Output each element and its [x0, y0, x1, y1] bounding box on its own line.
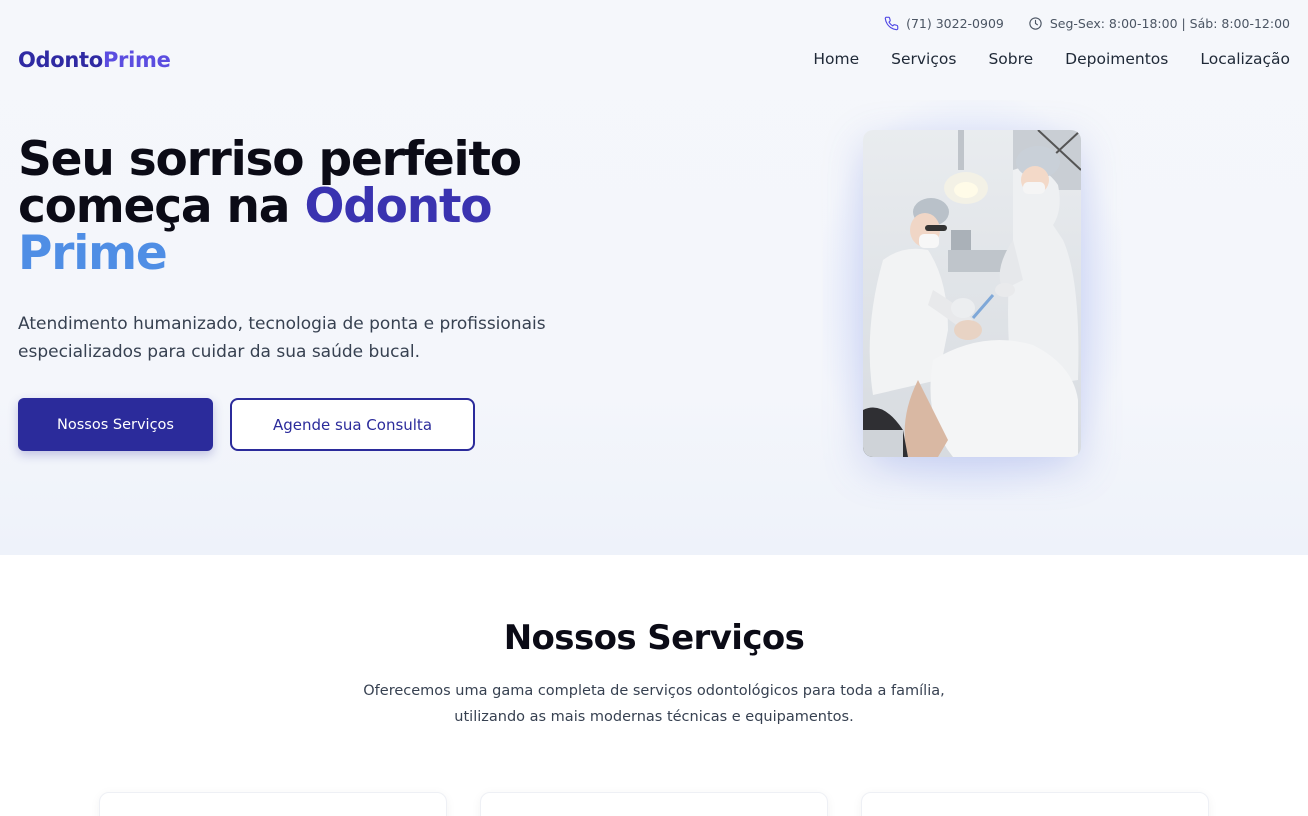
nav-item-localizacao[interactable]: Localização: [1200, 50, 1290, 68]
brand-name-part2: Prime: [102, 48, 171, 72]
hero-title-highlight-prime: Prime: [18, 226, 168, 281]
hero-subtitle: Atendimento humanizado, tecnologia de po…: [18, 314, 546, 362]
nav-item-home[interactable]: Home: [813, 50, 859, 68]
services-button[interactable]: Nossos Serviços: [18, 398, 213, 451]
brand-logo[interactable]: OdontoPrime: [18, 48, 171, 72]
phone-info[interactable]: (71) 3022-0909: [884, 16, 1004, 31]
opening-hours: Seg-Sex: 8:00-18:00 | Sáb: 8:00-12:00: [1049, 16, 1290, 31]
nav-item-sobre[interactable]: Sobre: [988, 50, 1033, 68]
clock-icon: [1029, 17, 1042, 30]
phone-icon: [884, 16, 899, 31]
hero-title: Seu sorriso perfeito começa na Odonto Pr…: [18, 136, 658, 277]
services-subtitle-line2: utilizando as mais modernas técnicas e e…: [454, 709, 854, 725]
services-subtitle-line1: Oferecemos uma gama completa de serviços…: [363, 683, 945, 699]
brand-name-part1: Odonto: [18, 48, 103, 72]
services-section-subtitle: Oferecemos uma gama completa de serviços…: [304, 678, 1004, 730]
schedule-appointment-button[interactable]: Agende sua Consulta: [230, 398, 475, 451]
service-card[interactable]: [861, 792, 1209, 816]
dental-clinic-photo: [863, 130, 1081, 457]
contact-bar: (71) 3022-0909 Seg-Sex: 8:00-18:00 | Sáb…: [884, 16, 1290, 31]
nav-item-servicos[interactable]: Serviços: [891, 50, 956, 68]
hero-title-highlight-odonto: Odonto: [304, 179, 492, 234]
services-section-title: Nossos Serviços: [503, 618, 805, 658]
phone-number: (71) 3022-0909: [906, 16, 1004, 31]
service-card[interactable]: [480, 792, 828, 816]
hours-info: Seg-Sex: 8:00-18:00 | Sáb: 8:00-12:00: [1028, 16, 1290, 31]
nav-item-depoimentos[interactable]: Depoimentos: [1065, 50, 1168, 68]
main-nav: Home Serviços Sobre Depoimentos Localiza…: [813, 50, 1290, 68]
service-card[interactable]: [99, 792, 447, 816]
